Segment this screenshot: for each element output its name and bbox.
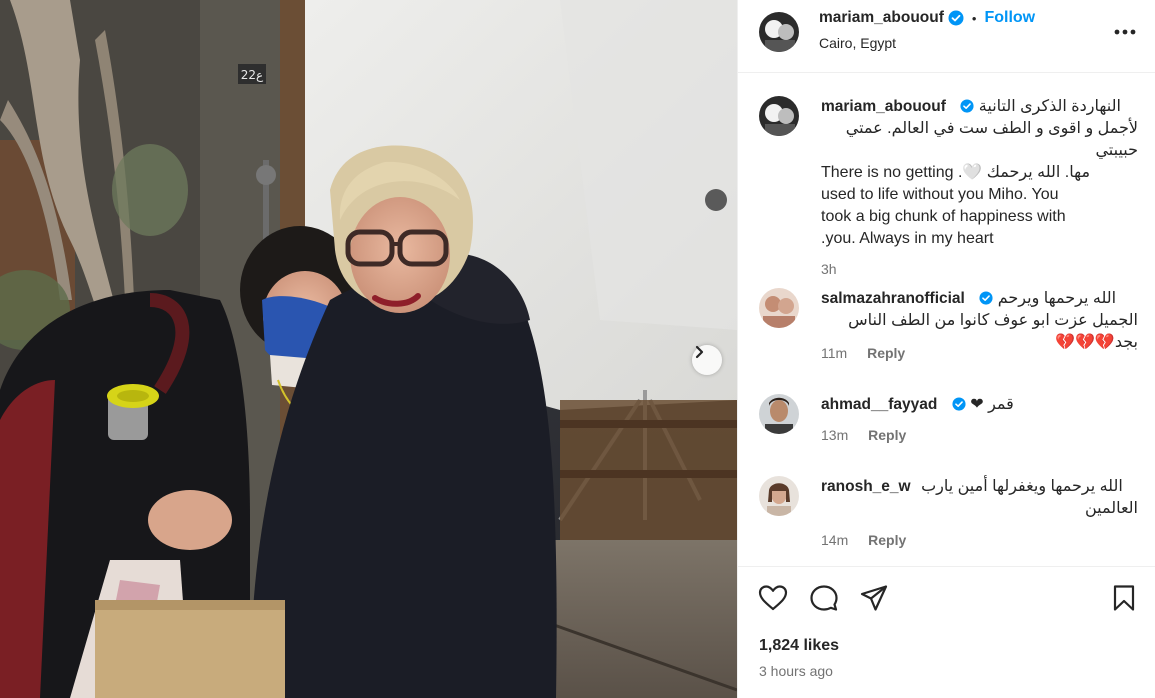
comments-section[interactable]: mariam_abououf النهاردة الذكرى التانية ل… <box>738 74 1155 564</box>
comment-meta: 11m Reply <box>821 345 905 361</box>
like-button[interactable] <box>758 584 788 617</box>
commenter-avatar[interactable] <box>759 288 799 328</box>
caption-line: النهاردة الذكرى التانية <box>978 98 1121 115</box>
save-button[interactable] <box>1112 584 1136 617</box>
author-username[interactable]: mariam_abououf <box>819 9 944 27</box>
heart-icon <box>758 585 788 611</box>
caption-author-avatar[interactable] <box>759 96 799 136</box>
comment-time[interactable]: 13m <box>821 427 848 443</box>
comment-time[interactable]: 11m <box>821 345 847 361</box>
commenter-avatar[interactable] <box>759 476 799 516</box>
caption-line: .you. Always in my heart <box>821 230 994 247</box>
comment-button[interactable] <box>810 584 838 617</box>
separator-dot: • <box>971 10 977 26</box>
comment-line: قمر ❤ <box>970 396 1014 413</box>
reply-button[interactable]: Reply <box>868 427 906 443</box>
more-horizontal-icon <box>1114 29 1136 35</box>
comment-meta: 14m Reply <box>821 532 906 548</box>
reply-button[interactable]: Reply <box>868 532 906 548</box>
next-photo-button[interactable] <box>692 345 722 375</box>
commenter-avatar-image <box>759 288 799 328</box>
comment-meta: 13m Reply <box>821 427 906 443</box>
commenter-avatar-image <box>759 476 799 516</box>
bookmark-icon <box>1113 585 1135 611</box>
post-header: mariam_abououf • Follow Cairo, Egypt <box>738 0 1155 73</box>
comment-username[interactable]: ahmad__fayyad <box>821 396 937 413</box>
more-options-button[interactable] <box>1114 22 1136 40</box>
caption-username[interactable]: mariam_abououf <box>821 98 946 115</box>
author-avatar-image <box>759 12 799 52</box>
comment-text: ahmad__fayyad قمر ❤ <box>821 394 1138 416</box>
comment-line: العالمين <box>1084 500 1138 517</box>
caption-time[interactable]: 3h <box>821 261 837 277</box>
post-actions: 1,824 likes 3 hours ago <box>738 566 1155 698</box>
verified-badge-icon <box>979 291 993 305</box>
comment-username[interactable]: salmazahranofficial <box>821 290 965 307</box>
commenter-avatar[interactable] <box>759 394 799 434</box>
likes-count[interactable]: 1,824 likes <box>759 637 839 655</box>
comment-username[interactable]: ranosh_e_w <box>821 478 911 495</box>
post-location[interactable]: Cairo, Egypt <box>819 35 896 51</box>
author-avatar[interactable] <box>759 12 799 52</box>
share-button[interactable] <box>860 584 888 617</box>
chevron-right-icon <box>695 345 704 359</box>
caption-avatar-image <box>759 96 799 136</box>
caption-meta: 3h <box>821 261 837 277</box>
post-timestamp[interactable]: 3 hours ago <box>759 663 833 679</box>
reply-button[interactable]: Reply <box>867 345 905 361</box>
caption-text: mariam_abououf النهاردة الذكرى التانية ل… <box>821 96 1138 250</box>
caption-line: used to life without you Miho. You <box>821 186 1059 203</box>
verified-badge-icon <box>948 10 964 26</box>
comment-line: الله يرحمها ويغفرلها أمين يارب <box>921 478 1123 495</box>
post-image: 22ع <box>0 0 737 698</box>
comment-text: ranosh_e_w الله يرحمها ويغفرلها أمين يار… <box>821 476 1138 520</box>
caption-line: There is no getting .‫مها. الله يرحمك 🤍‬ <box>821 164 1091 181</box>
send-paper-plane-icon <box>860 585 888 611</box>
comment-time[interactable]: 14m <box>821 532 848 548</box>
follow-button[interactable]: Follow <box>984 9 1035 27</box>
comment-bubble-icon <box>810 585 838 611</box>
caption-line: took a big chunk of happiness with <box>821 208 1066 225</box>
header-username-row: mariam_abououf • Follow <box>819 9 1035 27</box>
caption-line: لأجمل و اقوى و الطف ست في العالم. عمتي ح… <box>845 120 1138 159</box>
comment-line: الله يرحمها ويرحم <box>997 290 1117 307</box>
verified-badge-icon <box>952 397 966 411</box>
commenter-avatar-image <box>759 394 799 434</box>
verified-badge-icon <box>960 99 974 113</box>
door-number: 22ع <box>241 68 264 82</box>
post-photo[interactable]: 22ع <box>0 0 737 698</box>
post-sidebar: mariam_abououf • Follow Cairo, Egypt mar… <box>737 0 1155 698</box>
